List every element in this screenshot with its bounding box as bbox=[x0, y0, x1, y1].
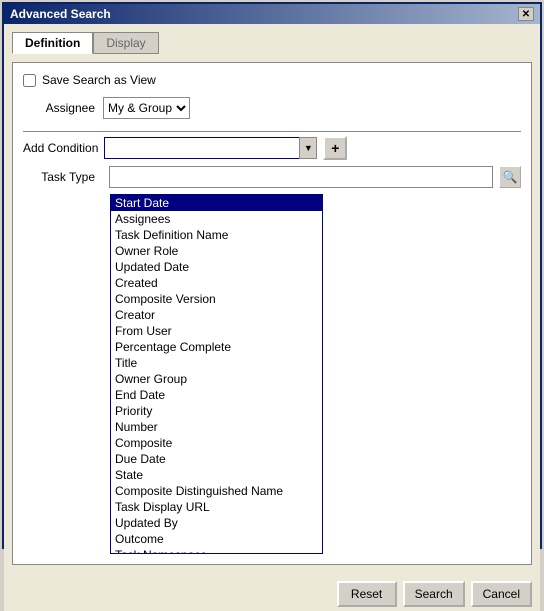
condition-select-wrapper: Start Date ▼ bbox=[104, 137, 317, 159]
content-area: Save Search as View Assignee My & Group … bbox=[12, 62, 532, 565]
list-item[interactable]: Priority bbox=[111, 403, 322, 419]
search-button[interactable]: Search bbox=[403, 581, 465, 607]
add-condition-button[interactable]: + bbox=[323, 136, 347, 160]
task-type-search-button[interactable]: 🔍 bbox=[499, 166, 521, 188]
list-item[interactable]: End Date bbox=[111, 387, 322, 403]
list-item[interactable]: Task Display URL bbox=[111, 499, 322, 515]
save-search-row: Save Search as View bbox=[23, 73, 521, 87]
list-item[interactable]: From User bbox=[111, 323, 322, 339]
save-search-checkbox[interactable] bbox=[23, 74, 36, 87]
tab-display[interactable]: Display bbox=[93, 32, 158, 54]
list-item[interactable]: Task Definition Name bbox=[111, 227, 322, 243]
advanced-search-window: Advanced Search ✕ Definition Display Sav… bbox=[2, 2, 542, 549]
title-bar: Advanced Search ✕ bbox=[4, 4, 540, 24]
window-body: Definition Display Save Search as View A… bbox=[4, 24, 540, 573]
list-item[interactable]: Owner Group bbox=[111, 371, 322, 387]
list-item[interactable]: Assignees bbox=[111, 211, 322, 227]
tab-definition[interactable]: Definition bbox=[12, 32, 93, 54]
close-button[interactable]: ✕ bbox=[518, 7, 534, 21]
list-item[interactable]: Composite bbox=[111, 435, 322, 451]
window-title: Advanced Search bbox=[10, 7, 111, 21]
dropdown-list[interactable]: Start DateAssigneesTask Definition NameO… bbox=[110, 194, 323, 554]
list-item[interactable]: Number bbox=[111, 419, 322, 435]
assignee-select-wrapper: My & Group bbox=[103, 97, 190, 119]
add-condition-label: Add Condition bbox=[23, 141, 98, 155]
list-item[interactable]: Owner Role bbox=[111, 243, 322, 259]
list-item[interactable]: Percentage Complete bbox=[111, 339, 322, 355]
list-item[interactable]: Composite Distinguished Name bbox=[111, 483, 322, 499]
add-condition-row: Add Condition Start Date ▼ + bbox=[23, 136, 521, 160]
inner-content: Save Search as View Assignee My & Group … bbox=[23, 73, 521, 554]
bottom-buttons: Reset Search Cancel bbox=[4, 573, 540, 611]
task-type-label: Task Type bbox=[23, 170, 103, 184]
tabs-container: Definition Display bbox=[12, 32, 532, 54]
separator bbox=[23, 131, 521, 132]
list-item[interactable]: Due Date bbox=[111, 451, 322, 467]
reset-button[interactable]: Reset bbox=[337, 581, 397, 607]
task-type-input[interactable] bbox=[109, 166, 493, 188]
list-item[interactable]: Created bbox=[111, 275, 322, 291]
cancel-button[interactable]: Cancel bbox=[471, 581, 532, 607]
list-item[interactable]: State bbox=[111, 467, 322, 483]
assignee-row: Assignee My & Group bbox=[23, 97, 521, 119]
list-item[interactable]: Composite Version bbox=[111, 291, 322, 307]
condition-text-input[interactable]: Start Date bbox=[104, 137, 299, 159]
list-item[interactable]: Outcome bbox=[111, 531, 322, 547]
assignee-label: Assignee bbox=[23, 101, 103, 115]
dropdown-list-container: Start DateAssigneesTask Definition NameO… bbox=[110, 194, 323, 554]
list-item[interactable]: Updated Date bbox=[111, 259, 322, 275]
list-item[interactable]: Start Date bbox=[111, 195, 322, 211]
magnifier-icon: 🔍 bbox=[503, 170, 518, 184]
list-item[interactable]: Updated By bbox=[111, 515, 322, 531]
list-item[interactable]: Title bbox=[111, 355, 322, 371]
save-search-label: Save Search as View bbox=[42, 73, 156, 87]
list-item[interactable]: Creator bbox=[111, 307, 322, 323]
assignee-dropdown[interactable]: My & Group bbox=[103, 97, 190, 119]
condition-dropdown-btn[interactable]: ▼ bbox=[299, 137, 317, 159]
task-type-row: Task Type 🔍 bbox=[23, 166, 521, 188]
